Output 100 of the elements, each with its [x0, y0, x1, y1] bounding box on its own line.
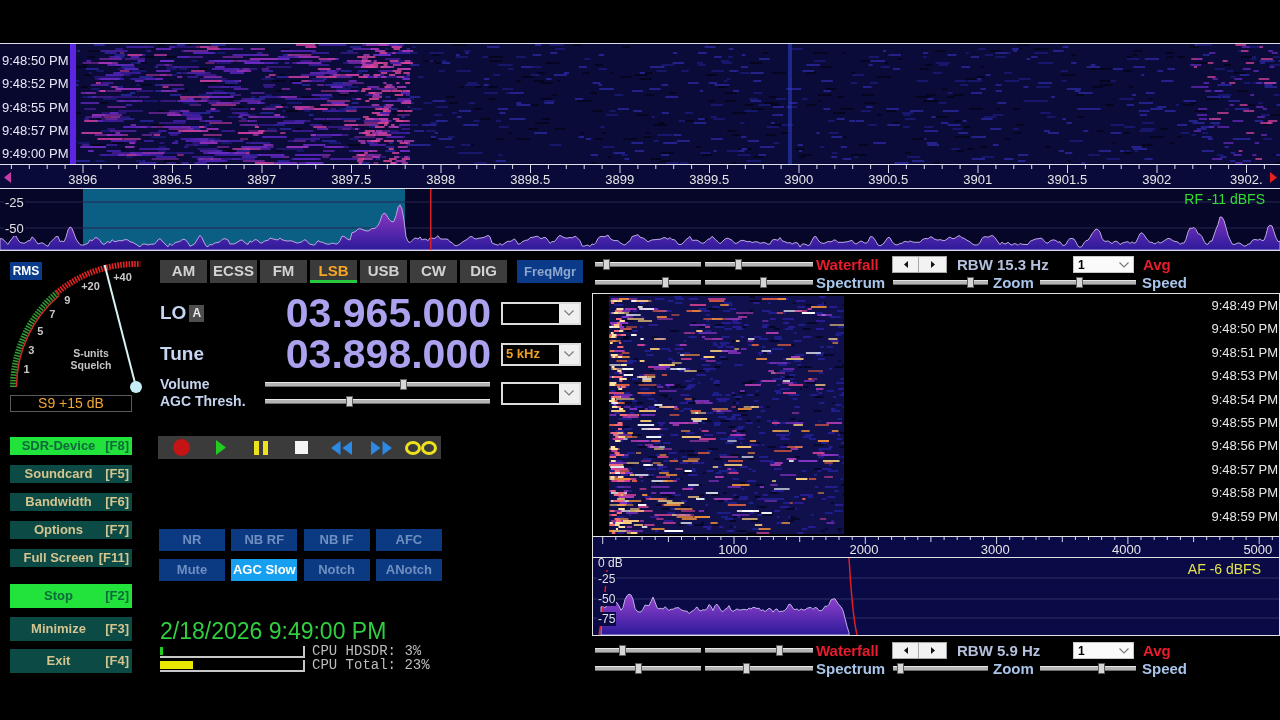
step-right-button[interactable] [919, 256, 947, 273]
scale-label: +40 [113, 270, 132, 283]
caret-right-icon [930, 261, 935, 268]
average-dropdown[interactable]: 1 [1073, 256, 1134, 273]
scale-label: 0 dB [597, 558, 624, 570]
timestamp: 9:48:55 PM [1211, 413, 1278, 432]
play-icon[interactable] [216, 440, 226, 455]
timestamp: 9:48:49 PM [1211, 297, 1278, 315]
timestamp: 9:48:54 PM [1211, 390, 1278, 409]
dsp-button[interactable]: Notch [303, 559, 370, 581]
clock-display: 2/18/2026 9:49:00 PM [160, 618, 387, 644]
rms-badge[interactable]: RMS [10, 262, 42, 280]
chevron-down-icon [564, 390, 574, 396]
chevron-down-icon [564, 351, 574, 357]
timestamp: 9:48:53 PM [1211, 367, 1278, 386]
slider-thumb[interactable] [602, 259, 610, 270]
rewind-icon[interactable] [330, 440, 352, 455]
slider-thumb[interactable] [759, 277, 767, 288]
frequency-manager-button[interactable]: FreqMgr [517, 260, 583, 283]
caret-left-icon [903, 647, 908, 654]
mode-tab[interactable]: DIG [460, 260, 507, 283]
caret-left-icon [903, 261, 908, 268]
step-right-button[interactable] [919, 642, 947, 659]
scale-label: -25 [4, 196, 25, 210]
slider-thumb[interactable] [400, 379, 408, 390]
function-button[interactable]: Exit [F4] [10, 649, 132, 673]
resolution-bandwidth-label: RBW 15.3 Hz [957, 257, 1049, 272]
dropdown[interactable] [501, 381, 581, 405]
scale-label: -50 [597, 592, 617, 606]
scale-label: 9 [64, 293, 71, 306]
function-button[interactable]: Soundcard [F5] [10, 465, 132, 483]
zoom-label: Zoom [993, 275, 1034, 290]
tuning-marker[interactable] [430, 189, 432, 250]
stop-icon[interactable] [294, 441, 308, 454]
meter-caption: S-units [73, 347, 109, 359]
pause-icon[interactable] [254, 440, 268, 455]
axis-label: 3000 [980, 542, 1010, 557]
frequency-display[interactable]: 03.965.000 [285, 297, 491, 329]
axis-label: 3897 [247, 172, 277, 187]
slider-thumb[interactable] [634, 663, 642, 674]
dropdown[interactable] [501, 301, 581, 325]
scale-label: 3 [28, 343, 35, 356]
step-left-button[interactable] [892, 256, 919, 273]
axis-label: 3896.5 [152, 172, 193, 187]
slider-thumb[interactable] [662, 277, 670, 288]
slider-thumb[interactable] [1097, 663, 1105, 674]
slider-label: AGC Thresh. [160, 393, 246, 410]
axis-label: 3900.5 [868, 172, 909, 187]
dsp-button[interactable]: NB RF [231, 529, 298, 551]
scale-label: 7 [49, 308, 56, 321]
dsp-button[interactable]: AFC [375, 529, 442, 551]
spectrum-label: Spectrum [816, 661, 886, 676]
slider-thumb[interactable] [897, 663, 905, 674]
scale-label: 5 [37, 324, 44, 337]
timestamp: 9:48:56 PM [1211, 437, 1278, 456]
dsp-button[interactable]: Mute [159, 559, 225, 581]
dsp-button[interactable]: NB IF [303, 529, 370, 551]
infinity-icon[interactable] [405, 440, 437, 455]
average-dropdown[interactable]: 1 [1073, 642, 1134, 659]
axis-label: 3902 [1142, 172, 1172, 187]
function-button[interactable]: Options [F7] [10, 521, 132, 539]
vfo-badge[interactable]: A [189, 304, 205, 322]
slider-thumb[interactable] [775, 645, 783, 656]
function-button[interactable]: Minimize [F3] [10, 616, 132, 641]
axis-label: 4000 [1112, 542, 1141, 557]
function-button[interactable]: Full Screen [F11] [10, 549, 132, 567]
axis-label: 3897.5 [331, 172, 372, 187]
scroll-left-icon[interactable] [4, 172, 11, 183]
function-button[interactable]: Stop [F2] [10, 584, 132, 608]
slider-thumb[interactable] [618, 645, 626, 656]
slider-thumb[interactable] [345, 396, 353, 407]
slider-thumb[interactable] [966, 277, 974, 288]
axis-label: 3898.5 [510, 172, 551, 187]
mode-tab[interactable]: LSB [310, 260, 357, 283]
mode-tab[interactable]: ECSS [210, 260, 257, 283]
speed-label: Speed [1142, 275, 1187, 290]
function-button[interactable]: SDR-Device [F8] [10, 437, 132, 455]
dsp-button[interactable]: ANotch [375, 559, 442, 581]
waterfall-label: Waterfall [816, 643, 879, 658]
cpu-usage-label: CPU HDSDR: 3% [312, 645, 422, 658]
tuning-step-dropdown[interactable]: 5 kHz [501, 342, 581, 366]
audio-level-reading: AF -6 dBFS [1187, 561, 1261, 577]
dsp-button[interactable]: NR [159, 529, 225, 551]
chevron-down-icon [564, 310, 574, 316]
mode-tab[interactable]: AM [160, 260, 207, 283]
slider-thumb[interactable] [743, 663, 751, 674]
slider-thumb[interactable] [1075, 277, 1083, 288]
frequency-display[interactable]: 03.898.000 [285, 338, 491, 370]
mode-tab[interactable]: USB [360, 260, 407, 283]
spectrum-label: Spectrum [816, 275, 886, 290]
function-button[interactable]: Bandwidth [F6] [10, 493, 132, 511]
average-label: Avg [1143, 257, 1171, 272]
scroll-right-icon[interactable] [1270, 172, 1277, 183]
slider-thumb[interactable] [735, 259, 743, 270]
timestamp: 9:48:57 PM [1211, 460, 1278, 479]
fast-forward-icon[interactable] [370, 440, 392, 455]
mode-tab[interactable]: CW [410, 260, 457, 283]
timestamp: 9:48:50 PM [1211, 320, 1278, 339]
step-left-button[interactable] [892, 642, 919, 659]
mode-tab[interactable]: FM [260, 260, 307, 283]
